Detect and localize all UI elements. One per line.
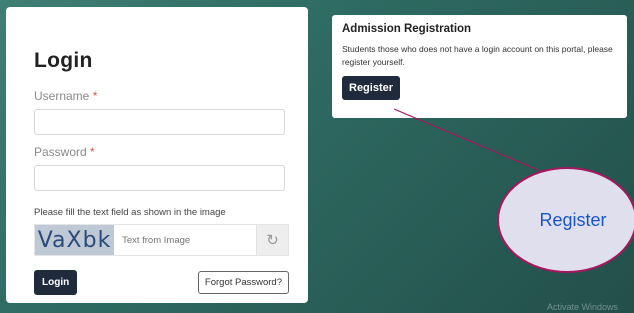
refresh-icon[interactable]: ↻ — [256, 225, 288, 255]
login-actions: Login Forgot Password? — [34, 270, 289, 295]
activate-windows-watermark: Activate Windows — [547, 302, 619, 312]
required-mark: * — [92, 89, 98, 103]
login-button[interactable]: Login — [34, 270, 78, 295]
username-input[interactable] — [34, 109, 285, 135]
required-mark: * — [90, 145, 95, 159]
captcha-instruction: Please fill the text field as shown in t… — [34, 207, 226, 218]
captcha-row: VaXbk ↻ — [34, 224, 289, 256]
register-button[interactable]: Register — [342, 76, 401, 101]
register-callout: Register — [497, 167, 634, 273]
login-title: Login — [34, 49, 93, 72]
captcha-image: VaXbk — [35, 225, 115, 255]
password-input[interactable] — [34, 165, 285, 191]
admission-description: Students those who does not have a login… — [342, 44, 613, 68]
admission-card: Admission Registration Students those wh… — [332, 15, 627, 118]
admission-title: Admission Registration — [342, 23, 472, 35]
username-label: Username * — [34, 89, 98, 103]
callout-label: Register — [539, 209, 607, 230]
login-card: Login Username * Password * Please fill … — [6, 7, 308, 303]
forgot-password-button[interactable]: Forgot Password? — [197, 271, 289, 294]
password-label: Password * — [34, 145, 95, 159]
captcha-input[interactable] — [114, 225, 257, 255]
